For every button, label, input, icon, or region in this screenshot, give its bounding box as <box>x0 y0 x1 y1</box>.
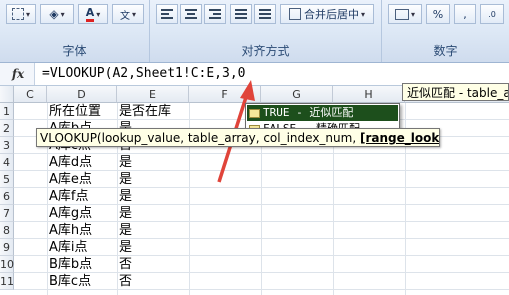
autocomplete-item-true[interactable]: TRUE - 近似匹配 <box>247 105 398 121</box>
autocomplete-item-label: TRUE - 近似匹配 <box>263 106 354 119</box>
function-syntax-tooltip: VLOOKUP(lookup_value, table_array, col_i… <box>36 128 440 147</box>
function-hint-tooltip: 近似匹配 - table_a <box>402 83 509 101</box>
tooltip-syntax: VLOOKUP(lookup_value, table_array, col_i… <box>40 131 360 145</box>
argument-icon <box>249 108 260 118</box>
annotation-arrow <box>217 80 255 183</box>
tooltip-current-argument: [range_lookup] <box>359 131 440 145</box>
